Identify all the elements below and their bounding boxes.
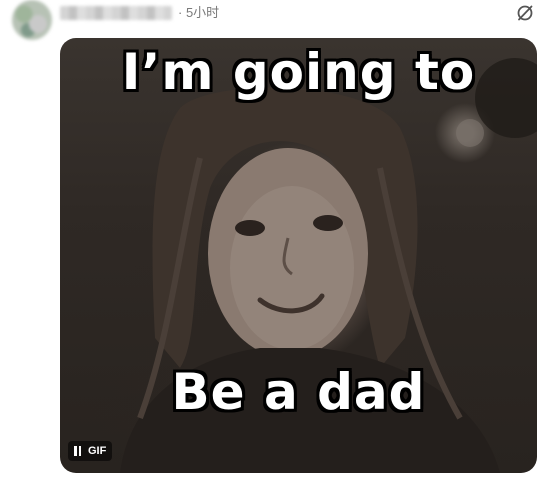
gif-caption-top: I’m going to: [121, 43, 476, 101]
post-card: · 5小时 I’m going to Be a dad GIF: [0, 0, 550, 481]
gif-badge-label: GIF: [88, 445, 107, 457]
username-blurred[interactable]: [60, 6, 172, 20]
grok-button[interactable]: [514, 2, 536, 24]
post-timestamp[interactable]: · 5小时: [178, 5, 219, 21]
avatar[interactable]: [12, 0, 52, 40]
gif-pause-badge[interactable]: GIF: [68, 441, 113, 461]
pause-icon: [74, 446, 81, 456]
gif-caption-bottom: Be a dad: [171, 363, 426, 421]
gif-media[interactable]: I’m going to Be a dad GIF: [60, 38, 537, 473]
refresh-slash-icon: [517, 5, 533, 21]
